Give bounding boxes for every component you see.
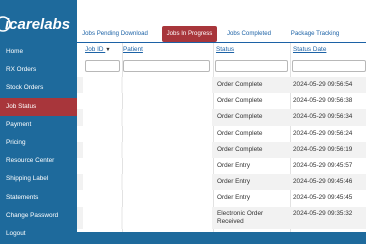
filter-job-id-input[interactable] xyxy=(85,60,120,72)
cell-patient xyxy=(123,158,212,175)
tab-bar: Jobs Pending Download Jobs In Progress Job… xyxy=(77,26,366,42)
bottom-bar xyxy=(77,232,366,244)
cell-status-date: 2024-05-29 09:35:32 xyxy=(293,209,353,217)
sidebar-nav: Home RX Orders Stock Orders Job Status Payme… xyxy=(0,43,77,243)
table-row[interactable]: Order Complete 2024-05-29 09:56:54 xyxy=(77,77,366,94)
sidebar-item-change-password[interactable]: Change Password xyxy=(0,207,77,225)
cell-patient xyxy=(123,141,212,158)
cell-job-id xyxy=(83,109,121,126)
sidebar-item-home[interactable]: Home xyxy=(0,43,77,61)
cell-job-id xyxy=(83,190,121,207)
tab-jobs-in-progress[interactable]: Jobs In Progress xyxy=(162,26,217,42)
cell-status-date: 2024-05-29 09:56:38 xyxy=(293,97,353,105)
table-row[interactable]: Electronic Order Received 2024-05-29 09:3… xyxy=(77,206,366,229)
cell-status-date: 2024-05-29 09:56:54 xyxy=(293,81,353,88)
brand-logo[interactable]: icarelabs xyxy=(0,11,77,37)
cell-job-id xyxy=(83,93,121,110)
cell-status-date: 2024-05-29 09:56:19 xyxy=(293,145,353,153)
cell-status-date: 2024-05-29 09:45:45 xyxy=(293,194,353,202)
sidebar-item-logout[interactable]: Logout xyxy=(0,225,77,243)
main-panel: Jobs Pending Download Jobs In Progress Job… xyxy=(77,0,366,232)
cell-patient xyxy=(123,109,212,126)
logo-text: icarelabs xyxy=(5,16,70,33)
cell-job-id xyxy=(83,125,121,142)
col-header-job-id[interactable]: Job ID ▼ xyxy=(85,43,111,57)
cell-status: Order Complete xyxy=(217,81,263,88)
filter-status-input[interactable] xyxy=(215,60,288,72)
cell-status-date: 2024-05-29 09:56:24 xyxy=(293,129,353,137)
filter-status-date-input[interactable] xyxy=(292,60,366,72)
col-header-patient[interactable]: Patient xyxy=(123,43,143,57)
table-row[interactable]: Order Entry 2024-05-29 09:45:46 xyxy=(77,174,366,191)
tab-jobs-pending-download[interactable]: Jobs Pending Download xyxy=(77,26,153,42)
table-row[interactable]: Order Complete 2024-05-29 09:56:24 xyxy=(77,125,366,142)
cell-status-date: 2024-05-29 09:45:57 xyxy=(293,162,353,169)
cell-patient xyxy=(123,174,212,191)
sidebar-item-pricing[interactable]: Pricing xyxy=(0,134,77,152)
cell-job-id xyxy=(83,141,121,158)
cell-job-id xyxy=(83,77,121,94)
sidebar-item-job-status[interactable]: Job Status xyxy=(0,97,77,116)
cell-status: Order Complete xyxy=(217,145,263,153)
sort-desc-icon: ▼ xyxy=(105,47,111,53)
cell-status-date: 2024-05-29 09:45:46 xyxy=(293,178,353,186)
cell-patient xyxy=(123,190,212,207)
table-row[interactable]: Order Complete 2024-05-29 09:56:38 xyxy=(77,93,366,110)
sidebar: icarelabs Home RX Orders Stock Orders Job S… xyxy=(0,0,77,244)
cell-status: Order Complete xyxy=(217,129,263,137)
col-header-job-id-label: Job ID xyxy=(85,46,104,53)
col-header-status-date[interactable]: Status Date xyxy=(293,43,326,57)
cell-status: Order Complete xyxy=(217,113,263,121)
tab-jobs-completed[interactable]: Jobs Completed xyxy=(220,26,278,42)
sidebar-item-stock-orders[interactable]: Stock Orders xyxy=(0,79,77,97)
sidebar-item-rx-orders[interactable]: RX Orders xyxy=(0,61,77,79)
cell-job-id xyxy=(83,174,121,191)
cell-status: Order Entry xyxy=(217,194,251,202)
cell-status: Order Entry xyxy=(217,162,251,169)
cell-job-id xyxy=(83,158,121,175)
sidebar-item-statements[interactable]: Statements xyxy=(0,189,77,207)
cell-patient xyxy=(123,93,212,110)
sidebar-item-payment[interactable]: Payment xyxy=(0,116,77,134)
table-row[interactable]: Order Entry 2024-05-29 09:45:45 xyxy=(77,190,366,207)
col-header-status[interactable]: Status xyxy=(216,43,234,57)
table-row[interactable]: Order Entry 2024-05-29 09:45:57 xyxy=(77,158,366,175)
filter-patient-input[interactable] xyxy=(123,60,210,72)
cell-status: Electronic Order Received xyxy=(217,209,264,225)
cell-patient xyxy=(123,125,212,142)
sidebar-item-shipping-label[interactable]: Shipping Label xyxy=(0,170,77,188)
cell-status-date: 2024-05-29 09:56:34 xyxy=(293,113,353,121)
table-row[interactable]: Order Complete 2024-05-29 09:56:34 xyxy=(77,109,366,126)
sidebar-item-resource-center[interactable]: Resource Center xyxy=(0,152,77,170)
cell-job-id xyxy=(83,206,121,229)
cell-patient xyxy=(123,77,212,94)
cell-patient xyxy=(123,206,212,229)
table-row[interactable]: Order Complete 2024-05-29 09:56:19 xyxy=(77,141,366,158)
cell-status: Order Entry xyxy=(217,178,251,186)
cell-status: Order Complete xyxy=(217,97,263,105)
tab-package-tracking[interactable]: Package Tracking xyxy=(280,26,350,42)
